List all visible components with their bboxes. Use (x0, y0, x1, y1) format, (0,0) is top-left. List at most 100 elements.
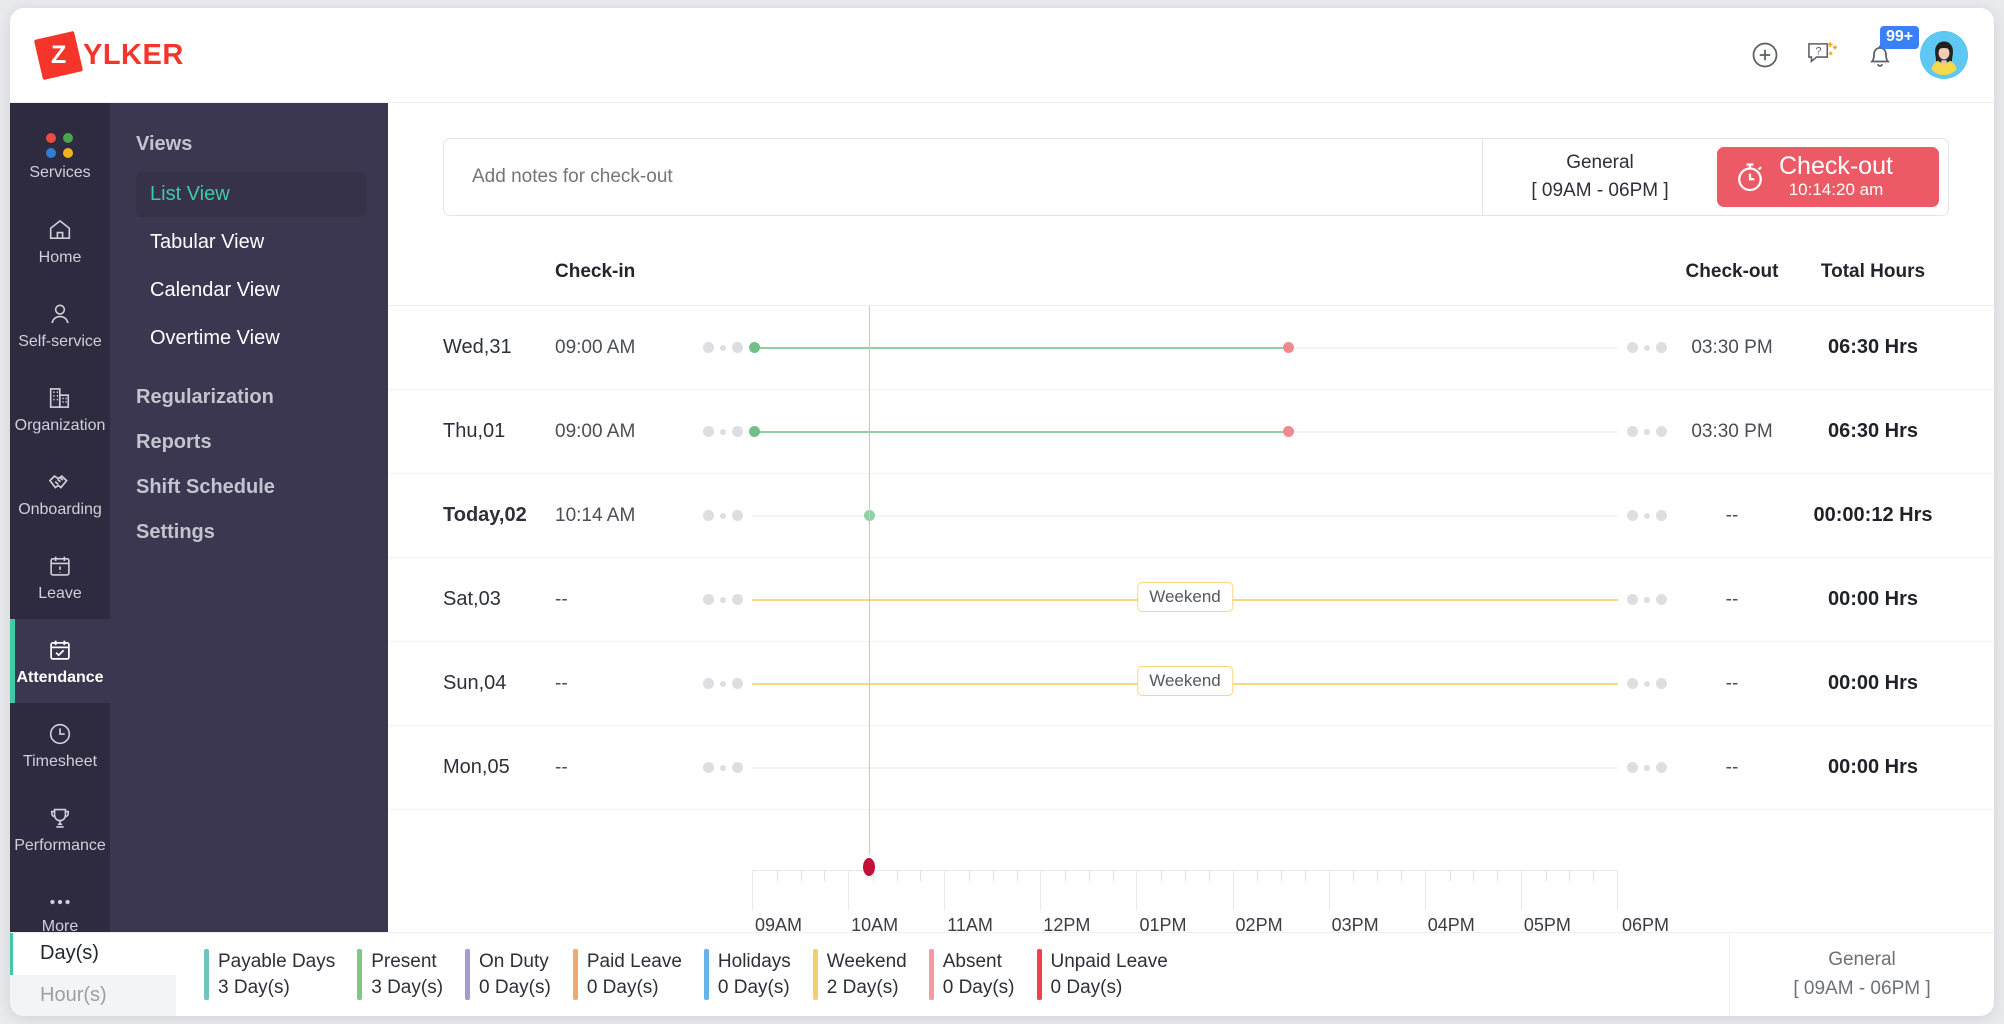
help-chat-icon[interactable]: ? (1806, 40, 1840, 70)
plus-circle-icon[interactable] (1750, 40, 1780, 70)
timeline-end-dots (1627, 510, 1667, 521)
timeline-end-dots (1627, 762, 1667, 773)
stopwatch-icon (1738, 163, 1762, 192)
nav-group-regularization[interactable]: Regularization (136, 364, 366, 409)
time-axis-zone: 09AM 10AM 11AM 12PM 01PM 02PM 03PM 04PM 05PM 06PM (388, 820, 1994, 935)
legend-item: Weekend 2 Day(s) (812, 948, 929, 1001)
sidebar-item-label: More (41, 917, 79, 932)
row-checkout-time: -- (1725, 672, 1739, 694)
legend-color-bar (703, 948, 709, 1001)
view-item-calendar-view[interactable]: Calendar View (136, 268, 366, 313)
sidebar-item-onboarding[interactable]: Onboarding (10, 451, 110, 535)
unit-tab-days[interactable]: Day(s) (10, 933, 176, 975)
row-checkin-time: -- (555, 588, 568, 610)
table-row[interactable]: Sun,04 -- Weekend -- 00:00 Hrs (388, 642, 1994, 726)
timeline-bar-area: Weekend (752, 666, 1618, 696)
header-checkin: Check-in (555, 261, 636, 282)
shift-hours: [ 09AM - 06PM ] (1531, 180, 1669, 201)
row-timeline (703, 762, 1667, 773)
nav-group-shift-schedule[interactable]: Shift Schedule (136, 454, 366, 499)
row-baseline (752, 766, 1618, 769)
row-checkout-time: 03:30 PM (1691, 336, 1773, 358)
sidebar-item-leave[interactable]: Leave (10, 535, 110, 619)
view-item-tabular-view[interactable]: Tabular View (136, 220, 366, 265)
application-window: Z YLKER ? 99+ Services Home Self-service… (10, 8, 1994, 1016)
sidebar-item-attendance[interactable]: Attendance (10, 619, 110, 703)
timeline-start-dots (703, 342, 743, 353)
row-total-hours: 06:30 Hrs (1827, 336, 1919, 358)
table-row[interactable]: Mon,05 -- -- 00:00 Hrs (388, 726, 1994, 810)
row-date: Thu,01 (443, 420, 506, 442)
building-icon (49, 387, 70, 408)
app-body: Services Home Self-service Organization … (10, 103, 1994, 935)
timeline-end-dots (1627, 426, 1667, 437)
sidebar-item-organization[interactable]: Organization (10, 367, 110, 451)
legend-color-bar (1036, 948, 1042, 1001)
row-timeline (703, 510, 1667, 521)
checkout-notes-input[interactable] (444, 139, 1482, 215)
nav-group-reports[interactable]: Reports (136, 409, 366, 454)
view-item-list-view[interactable]: List View (136, 172, 366, 217)
current-shift-info: General [ 09AM - 06PM ] (1482, 139, 1717, 215)
axis-hour-cell: 02PM (1234, 871, 1330, 935)
row-checkin-time: -- (555, 672, 568, 694)
brand-logo-mark: Z (33, 30, 84, 80)
axis-hour-cell: 09AM (753, 871, 850, 935)
table-row[interactable]: Wed,31 09:00 AM 03:30 PM 06:30 Hrs (388, 306, 1994, 390)
timeline-end-dots (1627, 678, 1667, 689)
check-out-button[interactable]: Check-out 10:14:20 am (1717, 147, 1939, 207)
sidebar-item-services[interactable]: Services (10, 115, 110, 199)
legend-item: On Duty 0 Day(s) (465, 948, 573, 1001)
sidebar-item-more[interactable]: More (10, 871, 110, 932)
checkout-cap (1282, 342, 1294, 353)
row-timeline (703, 426, 1667, 437)
checkout-cap (1282, 426, 1294, 437)
legend-color-bar (357, 948, 363, 1001)
row-checkout-time: -- (1725, 588, 1739, 610)
sidebar-item-performance[interactable]: Performance (10, 787, 110, 871)
timeline-bar-area: Weekend (752, 582, 1618, 612)
legend-text: Absent 0 Day(s) (942, 950, 1015, 998)
row-total-hours: 00:00:12 Hrs (1813, 504, 1933, 526)
table-row[interactable]: Thu,01 09:00 AM 03:30 PM 06:30 Hrs (388, 390, 1994, 474)
weekend-chip: Weekend (1137, 582, 1233, 612)
axis-hour-cell: 12PM (1041, 871, 1138, 935)
row-total-hours: 06:30 Hrs (1827, 420, 1919, 442)
brand-logo[interactable]: Z YLKER (33, 30, 184, 80)
table-row[interactable]: Sat,03 -- Weekend -- 00:00 Hrs (388, 558, 1994, 642)
summary-legend: Payable Days 3 Day(s) Present 3 Day(s) On Du… (176, 933, 1729, 1016)
sidebar-item-self-service[interactable]: Self-service (10, 283, 110, 367)
top-bar: Z YLKER ? 99+ (10, 8, 1994, 103)
unit-tab-hours[interactable]: Hour(s) (10, 974, 176, 1016)
views-heading: Views (136, 133, 193, 155)
checkout-button-wrapper: Check-out 10:14:20 am (1717, 139, 1948, 215)
table-row[interactable]: Today,02 10:14 AM -- 00:00:12 Hrs (388, 474, 1994, 558)
bell-icon[interactable]: 99+ (1866, 26, 1920, 70)
summary-footer: Day(s) Hour(s) Payable Days 3 Day(s) Prese… (10, 932, 1994, 1016)
timeline-bar-area (749, 342, 1618, 353)
legend-text: Paid Leave 0 Day(s) (586, 950, 682, 998)
worked-segment (752, 346, 1289, 349)
weekend-chip: Weekend (1137, 666, 1233, 696)
legend-item: Holidays 0 Day(s) (703, 948, 813, 1001)
row-total-hours: 00:00 Hrs (1827, 588, 1919, 610)
timeline-bar-area (752, 762, 1618, 773)
current-time-marker (862, 858, 875, 876)
clock-icon (49, 723, 71, 744)
axis-hour-cell: 01PM (1137, 871, 1234, 935)
user-avatar[interactable] (1920, 31, 1968, 79)
sidebar-item-timesheet[interactable]: Timesheet (10, 703, 110, 787)
footer-shift-info: General [ 09AM - 06PM ] (1729, 933, 1994, 1016)
notification-badge: 99+ (1880, 26, 1920, 49)
timeline-start-dots (703, 678, 743, 689)
primary-nav-rail: Services Home Self-service Organization … (10, 103, 110, 932)
sidebar-item-label: Services (29, 164, 91, 181)
row-checkout-time: -- (1725, 504, 1739, 526)
view-item-overtime-view[interactable]: Overtime View (136, 316, 366, 361)
axis-hour-cell: 10AM (849, 871, 946, 935)
sidebar-item-home[interactable]: Home (10, 199, 110, 283)
row-timeline: Weekend (703, 666, 1667, 696)
row-date: Sun,04 (443, 672, 507, 694)
legend-item: Absent 0 Day(s) (928, 948, 1037, 1001)
nav-group-settings[interactable]: Settings (136, 499, 366, 544)
